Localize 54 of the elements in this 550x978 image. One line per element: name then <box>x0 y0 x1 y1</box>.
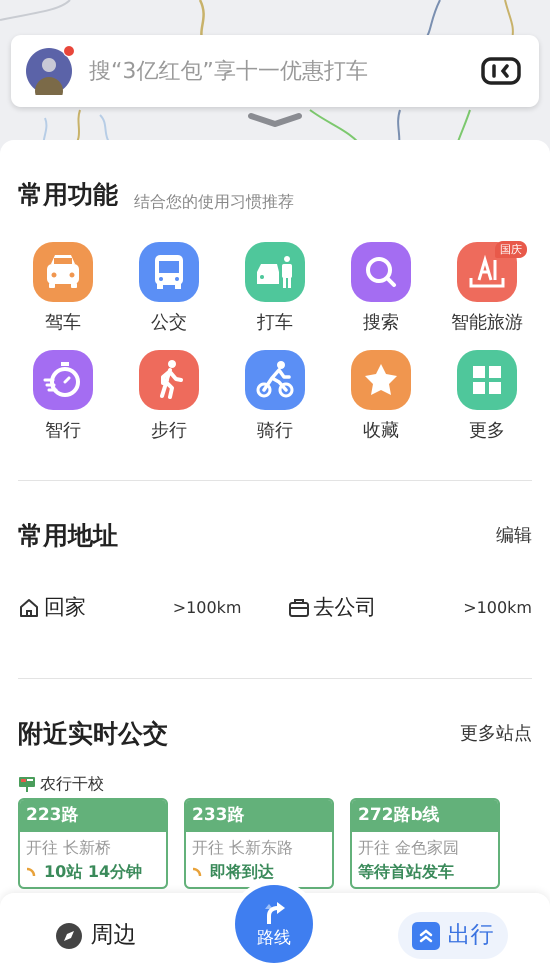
feature-label[interactable]: 收藏 <box>363 416 399 444</box>
feature-label[interactable]: 智能旅游 <box>451 308 523 336</box>
route-number: 233路 <box>186 800 332 832</box>
bus-icon[interactable] <box>139 242 199 302</box>
more-stations-link[interactable]: 更多站点 <box>460 720 532 747</box>
section-title: 常用功能 <box>18 179 118 211</box>
address-label[interactable]: 回家 <box>44 592 86 624</box>
route-direction: 开往 长新桥 <box>25 837 112 859</box>
nav-tab[interactable]: 出行 <box>398 912 508 959</box>
compass-icon <box>56 922 82 948</box>
arrival-status: 等待首站发车 <box>358 861 454 883</box>
feature-label[interactable]: 公交 <box>151 308 187 336</box>
feature-badge: 国庆 <box>495 240 527 258</box>
feature-label[interactable]: 步行 <box>151 416 187 444</box>
route-direction: 开往 长新东路 <box>191 837 294 859</box>
collapse-handle-icon[interactable] <box>247 112 303 128</box>
feature-label[interactable]: 智行 <box>45 416 81 444</box>
section-title: 常用地址 <box>18 520 118 552</box>
feature-label[interactable]: 骑行 <box>257 416 293 444</box>
walking-person-icon[interactable] <box>139 350 199 410</box>
search-placeholder: 搜“3亿红包”享十一优惠打车 <box>89 58 369 86</box>
bus-route-card[interactable]: 233路 开往 长新东路 即将到达 <box>184 798 334 889</box>
feature-label[interactable]: 驾车 <box>45 308 81 336</box>
nav-tab[interactable]: 周边 <box>42 912 150 959</box>
feature-label[interactable]: 搜索 <box>363 308 399 336</box>
section-subtitle: 结合您的使用习惯推荐 <box>134 190 294 212</box>
home-icon <box>18 596 40 619</box>
arrival-status: 10站 14分钟 <box>44 861 142 883</box>
cyclist-icon[interactable] <box>245 350 305 410</box>
route-direction: 开往 金色家园 <box>357 837 460 859</box>
stopwatch-icon[interactable] <box>33 350 93 410</box>
route-button[interactable]: 路线 <box>234 884 313 962</box>
scan-icon[interactable] <box>481 57 521 85</box>
feature-label[interactable]: 打车 <box>257 308 293 336</box>
car-icon[interactable] <box>33 242 93 302</box>
station-name: 农行干校 <box>40 773 104 795</box>
edit-link[interactable]: 编辑 <box>496 522 532 549</box>
feature-label[interactable]: 更多 <box>469 416 505 444</box>
arrival-status: 即将到达 <box>210 861 274 883</box>
car-and-person-icon[interactable] <box>245 242 305 302</box>
route-number: 223路 <box>20 800 166 832</box>
distance-text: >100km <box>463 596 532 619</box>
distance-text: >100km <box>172 596 242 619</box>
grid-icon[interactable] <box>457 350 517 410</box>
search-icon[interactable] <box>351 242 411 302</box>
bus-stop-sign-icon <box>18 776 36 792</box>
bus-route-card[interactable]: 223路 开往 长新桥 10站 14分钟 <box>18 798 168 889</box>
section-title: 附近实时公交 <box>18 718 168 750</box>
double-chevron-icon <box>412 922 440 950</box>
bus-route-card[interactable]: 272路b线 开往 金色家园 等待首站发车 <box>350 798 500 889</box>
route-number: 272路b线 <box>352 800 498 832</box>
address-label[interactable]: 去公司 <box>314 592 376 624</box>
avatar[interactable] <box>25 47 73 95</box>
briefcase-icon <box>288 596 310 619</box>
